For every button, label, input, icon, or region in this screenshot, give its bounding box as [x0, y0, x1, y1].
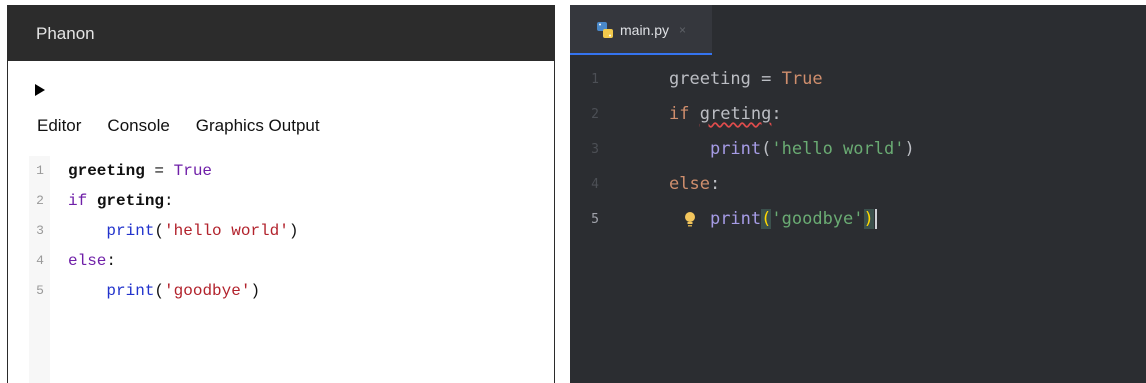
editor-tab-bar: main.py ×: [570, 5, 1146, 55]
code-line[interactable]: 3 print('hello world'): [30, 216, 550, 246]
code-token: =: [144, 162, 174, 180]
code-text: print('hello world'): [669, 132, 915, 167]
code-token: 'goodbye': [164, 282, 251, 300]
tab-main-py[interactable]: main.py ×: [570, 5, 712, 55]
code-text: if greting:: [669, 97, 782, 132]
code-token: :: [106, 252, 117, 270]
line-number: 3: [591, 142, 599, 157]
code-text: if greting:: [68, 186, 174, 216]
code-token: print: [106, 282, 155, 300]
line-number: 5: [36, 283, 44, 298]
line-number: 3: [36, 223, 44, 238]
code-token: ): [863, 209, 874, 229]
code-token: ): [288, 222, 299, 240]
code-editor[interactable]: 1 greeting = True 2 if greting: 3 print('hel…: [570, 62, 1146, 237]
code-token: (: [761, 139, 772, 159]
code-token: if: [68, 192, 88, 210]
text-cursor: [874, 209, 877, 229]
close-icon[interactable]: ×: [679, 23, 686, 37]
app-title: Phanon: [8, 6, 554, 61]
tab-editor[interactable]: Editor: [37, 116, 81, 140]
code-token: :: [709, 174, 721, 194]
tab-console[interactable]: Console: [107, 116, 169, 140]
code-editor[interactable]: 1 greeting = True 2 if greting: 3 print('hel…: [30, 156, 550, 306]
line-number: 1: [36, 163, 44, 178]
tab-label: main.py: [620, 22, 670, 38]
code-token: ): [904, 139, 915, 159]
line-number: 5: [591, 212, 599, 227]
code-token: (: [761, 209, 772, 229]
code-token: greting: [699, 104, 772, 124]
panel-tabs: Editor Console Graphics Output: [37, 116, 320, 140]
line-number: 1: [591, 72, 599, 87]
code-text: print('goodbye'): [669, 202, 877, 237]
code-line[interactable]: 5 print('goodbye'): [30, 276, 550, 306]
code-token: greeting: [669, 69, 751, 89]
play-icon[interactable]: [35, 84, 45, 96]
code-token: (: [154, 222, 165, 240]
code-token: greting: [96, 192, 165, 210]
code-token: True: [781, 69, 823, 89]
code-token: 'hello world': [771, 139, 905, 159]
code-line[interactable]: 2 if greting:: [570, 97, 1146, 132]
line-number: 2: [36, 193, 44, 208]
code-text: greeting = True: [669, 62, 823, 97]
line-number: 2: [591, 107, 599, 122]
code-text: print('goodbye'): [68, 276, 260, 306]
phanon-editor-panel: Phanon Editor Console Graphics Output 1 g…: [7, 5, 555, 383]
code-token: print: [709, 139, 762, 159]
line-number: 4: [36, 253, 44, 268]
code-line[interactable]: 5 print('goodbye'): [570, 202, 1146, 237]
code-text: greeting = True: [68, 156, 212, 186]
code-line[interactable]: 3 print('hello world'): [570, 132, 1146, 167]
code-token: if: [669, 104, 690, 124]
active-tab-indicator: [570, 53, 712, 55]
code-token: ): [250, 282, 261, 300]
code-token: :: [164, 192, 174, 210]
code-text: else:: [68, 246, 116, 276]
tab-graphics-output[interactable]: Graphics Output: [196, 116, 320, 140]
line-number: 4: [591, 177, 599, 192]
code-line[interactable]: 4 else:: [30, 246, 550, 276]
code-line[interactable]: 1 greeting = True: [570, 62, 1146, 97]
code-token: print: [106, 222, 155, 240]
code-text: print('hello world'): [68, 216, 298, 246]
code-token: True: [173, 162, 213, 180]
code-token: else: [68, 252, 107, 270]
code-line[interactable]: 2 if greting:: [30, 186, 550, 216]
ide-editor-panel: main.py × 1 greeting = True 2 if greting: 3 …: [570, 5, 1146, 383]
code-text: else:: [669, 167, 720, 202]
python-file-icon: [596, 21, 614, 39]
code-token: =: [750, 69, 782, 89]
code-line[interactable]: 4 else:: [570, 167, 1146, 202]
code-token: (: [154, 282, 165, 300]
code-token: 'hello world': [164, 222, 289, 240]
code-token: print: [709, 209, 762, 229]
code-token: greeting: [68, 162, 145, 180]
code-token: 'goodbye': [771, 209, 864, 229]
code-token: :: [771, 104, 782, 124]
code-line[interactable]: 1 greeting = True: [30, 156, 550, 186]
code-token: else: [669, 174, 710, 194]
